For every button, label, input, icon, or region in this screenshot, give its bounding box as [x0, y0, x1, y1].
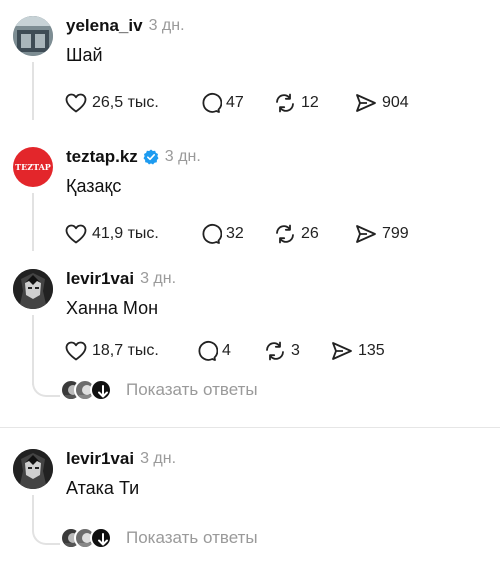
repost-icon	[276, 93, 294, 113]
like-count: 18,7 тыс.	[92, 342, 159, 359]
timestamp: 3 дн.	[140, 270, 177, 287]
username[interactable]: levir1vai	[66, 269, 134, 289]
thread-line	[32, 495, 34, 523]
comment-icon	[202, 93, 222, 113]
repost-count: 12	[301, 94, 319, 111]
username[interactable]: levir1vai	[66, 449, 134, 469]
repost-icon	[266, 341, 284, 361]
heart-icon	[65, 93, 87, 113]
repost-count: 26	[301, 225, 319, 242]
avatar[interactable]: TEZTAP	[13, 147, 53, 187]
post-actions: 18,7 тыс. 4 3 135	[64, 339, 484, 363]
avatar[interactable]	[13, 16, 53, 56]
post-levir-1: levir1vai 3 дн. Ханна Мон 18,7 тыс. 4 3 …	[0, 267, 500, 407]
username[interactable]: teztap.kz	[66, 147, 138, 167]
avatar[interactable]	[13, 449, 53, 489]
post-teztap: TEZTAP teztap.kz 3 дн. Қазақс 41,9 тыс. …	[0, 145, 500, 255]
avatar-logo-text: TEZTAP	[15, 162, 51, 172]
avatar[interactable]	[13, 269, 53, 309]
share-icon	[356, 94, 376, 112]
post-actions: 26,5 тыс. 47 12 904	[64, 91, 484, 115]
comment-button[interactable]: 4	[194, 339, 231, 363]
thread-line	[32, 193, 34, 251]
share-button[interactable]: 799	[354, 222, 409, 246]
thread-curve	[32, 375, 60, 397]
show-replies-link[interactable]: Показать ответы	[126, 528, 258, 548]
like-count: 26,5 тыс.	[92, 94, 159, 111]
share-count: 904	[382, 94, 409, 111]
post-text: Қазақс	[66, 176, 122, 196]
repost-count: 3	[291, 342, 300, 359]
thread-curve	[32, 523, 60, 545]
heart-icon	[65, 224, 87, 244]
repost-button[interactable]: 3	[263, 339, 300, 363]
post-levir-2: levir1vai 3 дн. Атака Ти Показать ответы	[0, 447, 500, 557]
timestamp: 3 дн.	[140, 450, 177, 467]
reply-avatars	[60, 527, 120, 551]
timestamp: 3 дн.	[148, 17, 185, 34]
post-text: Ханна Мон	[66, 298, 159, 318]
share-count: 135	[358, 342, 385, 359]
repost-button[interactable]: 12	[273, 91, 319, 115]
reply-avatars	[60, 379, 120, 403]
comment-count: 47	[226, 94, 244, 111]
show-replies-row[interactable]: Показать ответы	[32, 375, 452, 407]
post-header: yelena_iv 3 дн.	[66, 14, 185, 38]
comment-icon	[202, 224, 222, 244]
post-yelena: yelena_iv 3 дн. Шай 26,5 тыс. 47 12 904	[0, 14, 500, 124]
like-button[interactable]: 26,5 тыс.	[64, 91, 159, 115]
heart-icon	[65, 341, 87, 361]
share-icon	[356, 225, 376, 243]
verified-icon	[143, 149, 159, 165]
username[interactable]: yelena_iv	[66, 16, 143, 36]
comment-count: 4	[222, 342, 231, 359]
arrow-down-icon	[90, 379, 112, 401]
arrow-down-icon	[90, 527, 112, 549]
avatar-image	[13, 16, 53, 56]
avatar-image	[13, 449, 53, 489]
comment-button[interactable]: 47	[198, 91, 244, 115]
post-text: Атака Ти	[66, 478, 140, 498]
like-count: 41,9 тыс.	[92, 225, 159, 242]
show-replies-row[interactable]: Показать ответы	[32, 523, 452, 555]
share-count: 799	[382, 225, 409, 242]
show-replies-link[interactable]: Показать ответы	[126, 380, 258, 400]
comment-count: 32	[226, 225, 244, 242]
post-header: teztap.kz 3 дн.	[66, 145, 201, 169]
like-button[interactable]: 18,7 тыс.	[64, 339, 159, 363]
thread-line	[32, 62, 34, 120]
repost-icon	[276, 224, 294, 244]
repost-button[interactable]: 26	[273, 222, 319, 246]
share-button[interactable]: 904	[354, 91, 409, 115]
comment-icon	[198, 341, 218, 361]
share-button[interactable]: 135	[330, 339, 385, 363]
avatar-image	[13, 269, 53, 309]
share-icon	[332, 342, 352, 360]
like-button[interactable]: 41,9 тыс.	[64, 222, 159, 246]
timestamp: 3 дн.	[164, 148, 201, 165]
post-text: Шай	[66, 45, 103, 65]
divider	[0, 427, 500, 428]
post-header: levir1vai 3 дн.	[66, 447, 176, 471]
comment-button[interactable]: 32	[198, 222, 244, 246]
post-header: levir1vai 3 дн.	[66, 267, 176, 291]
post-actions: 41,9 тыс. 32 26 799	[64, 222, 484, 246]
